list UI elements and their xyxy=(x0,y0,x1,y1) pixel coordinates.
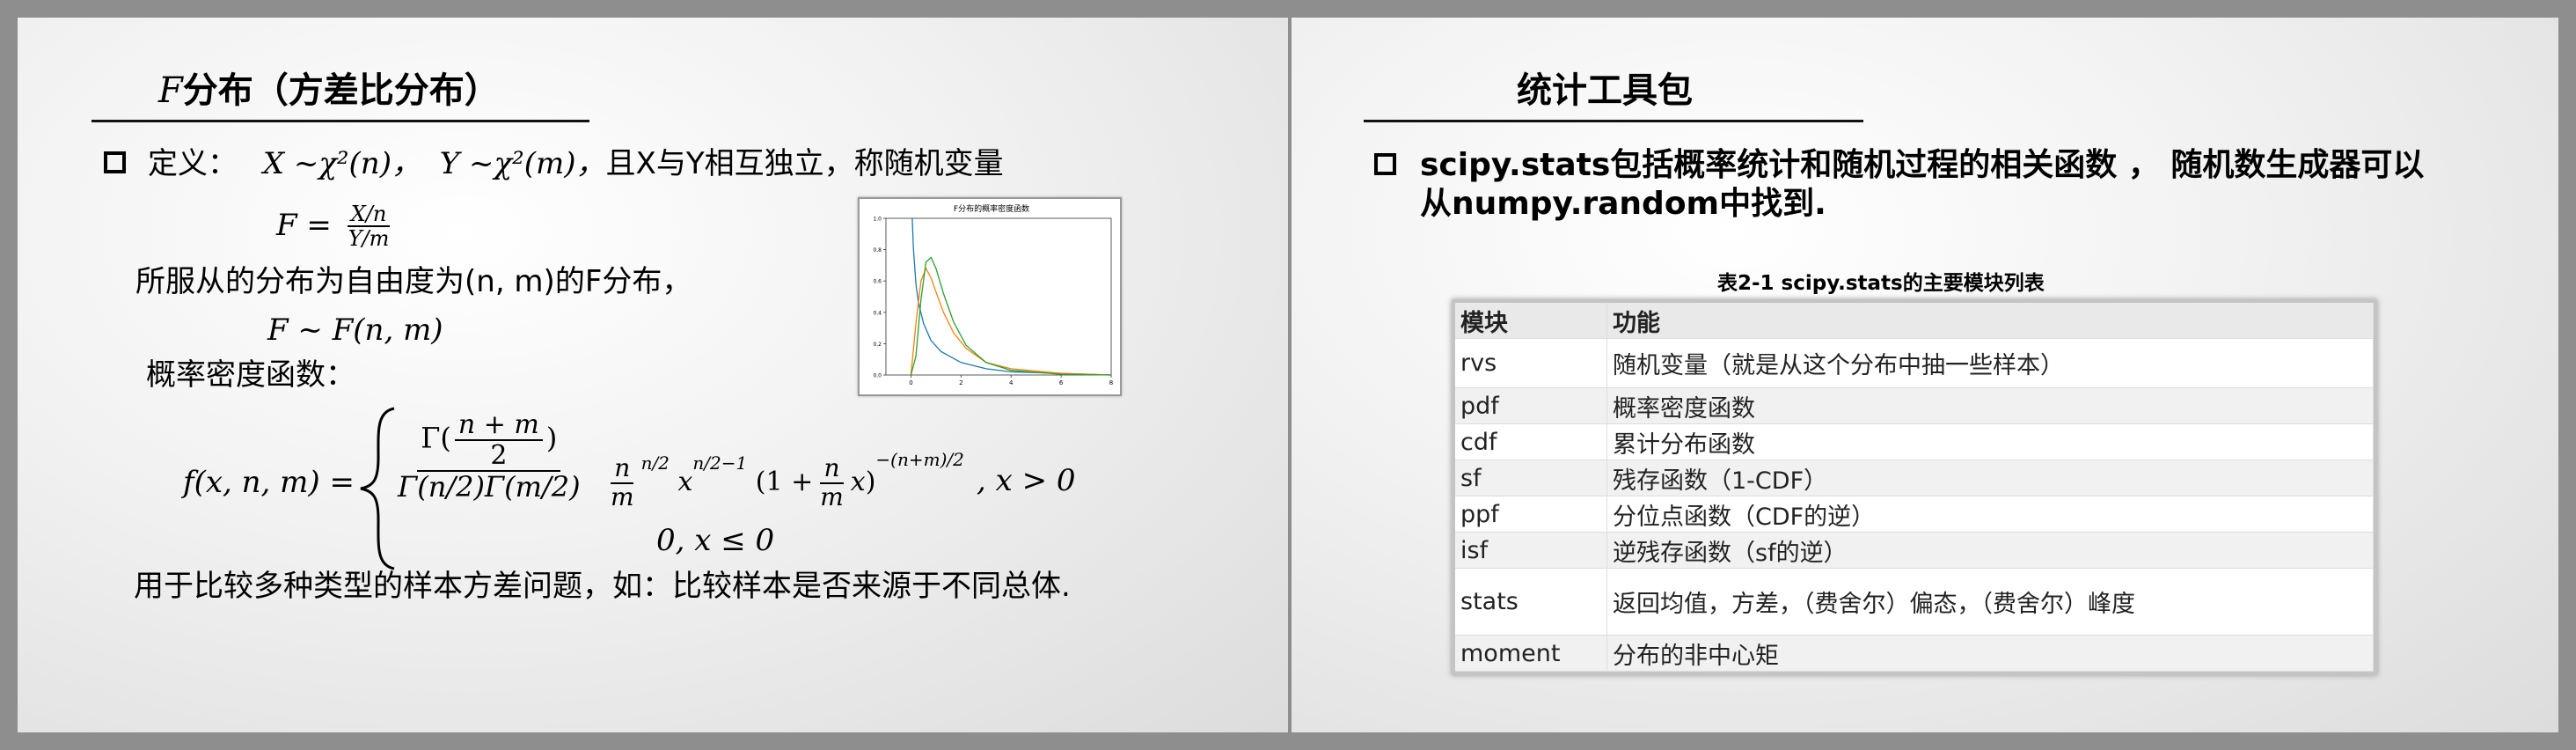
chart-marks: 0 2 4 6 8 0.0 0.2 0.4 0.6 0.8 1.0 xyxy=(873,217,1113,387)
table-cell: 返回均值，方差，（费舍尔）偏态，（费舍尔）峰度 xyxy=(1606,568,2374,636)
definition-label: 定义： xyxy=(148,146,238,181)
x-tick-label: 4 xyxy=(1009,379,1014,386)
table-cell: moment xyxy=(1455,635,1607,672)
table-cell: rvs xyxy=(1455,338,1607,388)
table-cell: sf xyxy=(1455,460,1607,496)
gamma-numerator: Γ(n + m 2) xyxy=(417,410,561,472)
bullet-text: scipy.stats包括概率统计和随机过程的相关函数 ， 随机数生成器可以 从… xyxy=(1420,146,2424,224)
f-tilde-line: F ~ F(n, m) xyxy=(267,312,443,348)
table-cell: 概率密度函数 xyxy=(1606,387,2374,424)
y-chi-square: Y ~χ²(m)， xyxy=(439,146,606,181)
f-pdf-chart: F分布的概率密度函数 0 2 4 6 8 0.0 0.2 0.4 0.6 0.8 1.0 xyxy=(858,197,1122,396)
distribution-line: 所服从的分布为自由度为(n, m)的F分布， xyxy=(135,264,692,299)
table-cell: 分布的非中心矩 xyxy=(1606,635,2374,672)
table-cell: isf xyxy=(1455,532,1607,569)
module-table: 模块 功能 rvs 随机变量（就是从这个分布中抽一些样本） pdf 概率密度函数 c… xyxy=(1455,303,2374,672)
module-table-frame: 模块 功能 rvs 随机变量（就是从这个分布中抽一些样本） pdf 概率密度函数 c… xyxy=(1452,299,2377,675)
table-row: moment 分布的非中心矩 xyxy=(1455,635,2374,672)
table-cell: stats xyxy=(1455,568,1607,636)
table-cell: 随机变量（就是从这个分布中抽一些样本） xyxy=(1606,338,2374,388)
x-tick-label: 2 xyxy=(959,379,962,386)
title-f: F xyxy=(158,70,183,111)
pdf-label: 概率密度函数： xyxy=(146,357,355,393)
f-definition: F = X/n Y/m xyxy=(276,202,396,251)
series-line-3 xyxy=(910,256,1112,376)
table-row: sf 残存函数（1-CDF） xyxy=(1455,460,2374,496)
table-row: isf 逆残存函数（sf的逆） xyxy=(1455,532,2374,569)
f-fraction: X/n Y/m xyxy=(345,202,393,251)
y-tick-label: 0.4 xyxy=(873,310,882,316)
table-cell: 分位点函数（CDF的逆） xyxy=(1606,496,2374,533)
x-tick-label: 8 xyxy=(1109,379,1113,386)
x-tick-label: 0 xyxy=(909,379,912,386)
table-row: cdf 累计分布函数 xyxy=(1455,423,2374,460)
table-row: ppf 分位点函数（CDF的逆） xyxy=(1455,496,2374,533)
slide-stats-toolkit: 统计工具包 scipy.stats包括概率统计和随机过程的相关函数 ， 随机数生… xyxy=(1292,18,2558,732)
gamma-denominator: Γ(n/2)Γ(m/2) xyxy=(398,470,581,504)
header-function: 功能 xyxy=(1606,303,2374,339)
bullet-line-2: 从numpy.random中找到. xyxy=(1420,186,1826,222)
title-underline xyxy=(91,120,589,122)
f-denominator: Y/m xyxy=(348,226,390,252)
table-row: rvs 随机变量（就是从这个分布中抽一些样本） xyxy=(1455,338,2374,388)
gamma-fraction: Γ(n + m 2) Γ(n/2)Γ(m/2) xyxy=(394,410,584,503)
table-caption: 表2-1 scipy.stats的主要模块列表 xyxy=(1717,272,2045,295)
x-tick-label: 6 xyxy=(1059,379,1064,386)
table-cell: 逆残存函数（sf的逆） xyxy=(1606,532,2374,569)
formula-condition: , x > 0 xyxy=(977,463,1076,498)
table-row: stats 返回均值，方差，（费舍尔）偏态，（费舍尔）峰度 xyxy=(1455,568,2374,636)
bullet-line-1: scipy.stats包括概率统计和随机过程的相关函数 ， 随机数生成器可以 xyxy=(1420,147,2425,183)
title-text: 分布（方差比分布） xyxy=(182,70,500,111)
table-row: pdf 概率密度函数 xyxy=(1455,387,2374,424)
chart-title: F分布的概率密度函数 xyxy=(954,203,1029,214)
bullet-icon xyxy=(104,151,126,173)
formula-mid: n m n/2 xn/2−1 (1 + n m x)−(n+m)/2 xyxy=(611,449,964,511)
table-cell: 残存函数（1-CDF） xyxy=(1606,460,2374,496)
y-tick-label: 1.0 xyxy=(873,217,882,223)
x-chi-square: X ~χ²(n)， xyxy=(262,146,421,181)
definition-line: 定义： X ~χ²(n)， Y ~χ²(m)，且X与Y相互独立，称随机变量 xyxy=(148,146,1004,182)
slide-f-distribution: F分布（方差比分布） 定义： X ~χ²(n)， Y ~χ²(m)，且X与Y相互… xyxy=(18,18,1288,732)
y-tick-label: 0.6 xyxy=(873,279,882,285)
y-tick-label: 0.8 xyxy=(873,247,882,254)
table-cell: pdf xyxy=(1455,387,1607,424)
table-header-row: 模块 功能 xyxy=(1455,303,2374,339)
usage-line: 用于比较多种类型的样本方差问题，如：比较样本是否来源于不同总体. xyxy=(134,569,1071,604)
table-cell: ppf xyxy=(1455,496,1607,533)
bullet-icon xyxy=(1374,153,1396,175)
title-underline xyxy=(1364,120,1863,122)
slide-title: F分布（方差比分布） xyxy=(158,62,500,113)
formula-case2: 0, x ≤ 0 xyxy=(656,523,775,558)
f-numerator: X/n xyxy=(347,202,391,228)
f-lhs: F = xyxy=(276,207,332,243)
series-line-1 xyxy=(911,217,1112,376)
table-cell: cdf xyxy=(1455,423,1607,460)
y-tick-label: 0.2 xyxy=(873,342,882,348)
slide-title: 统计工具包 xyxy=(1517,70,1693,111)
table-cell: 累计分布函数 xyxy=(1606,423,2374,460)
y-tick-label: 0.0 xyxy=(873,373,882,379)
formula-lhs: f(x, n, m) = xyxy=(183,465,355,500)
chart-plot-area xyxy=(885,217,1112,376)
definition-tail: 且X与Y相互独立，称随机变量 xyxy=(605,146,1004,181)
header-module: 模块 xyxy=(1455,303,1607,339)
formula-case1: Γ(n + m 2) Γ(n/2)Γ(m/2) xyxy=(391,410,588,503)
